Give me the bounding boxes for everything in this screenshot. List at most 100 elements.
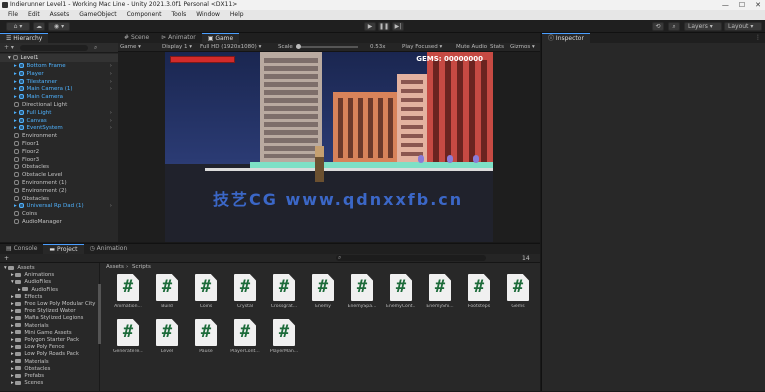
play-button[interactable]: ▶ [364, 22, 376, 31]
play-focused-dropdown[interactable]: Play Focused ▾ [402, 43, 442, 52]
folder-tree-item[interactable]: ▸ Materials [0, 359, 100, 366]
script-asset[interactable]: # Animation... [113, 274, 143, 316]
menu-edit[interactable]: Edit [28, 10, 40, 20]
breadcrumb-scripts[interactable]: Scripts [132, 263, 151, 272]
account-button[interactable]: ⌂ ▾ [6, 22, 30, 31]
hierarchy-item[interactable]: Obstacles [0, 163, 118, 171]
hierarchy-item[interactable]: ▸ Tilestanner › [0, 78, 118, 86]
tab-inspector[interactable]: ⓘ Inspector [542, 33, 590, 43]
script-asset[interactable]: # Build [152, 274, 182, 316]
close-button[interactable]: ✕ [755, 0, 761, 10]
script-asset[interactable]: # Footsteps [464, 274, 494, 316]
hierarchy-item[interactable]: ▸ Player › [0, 70, 118, 78]
prefab-open-icon[interactable]: › [110, 62, 112, 70]
tab-project[interactable]: ▬ Project [43, 244, 84, 254]
expand-arrow-icon[interactable]: ▸ [14, 71, 19, 77]
target-display-dropdown[interactable]: Display 1 ▾ [162, 43, 192, 52]
hierarchy-item[interactable]: ▸ EventSystem › [0, 124, 118, 132]
script-asset[interactable]: # Enemy [308, 274, 338, 316]
scale-slider[interactable] [296, 44, 358, 49]
hierarchy-item[interactable]: Directional Light [0, 101, 118, 109]
menu-tools[interactable]: Tools [171, 10, 186, 20]
expand-arrow-icon[interactable]: ▸ [14, 86, 19, 92]
minimize-button[interactable]: — [722, 0, 729, 10]
hierarchy-item[interactable]: Floor1 [0, 140, 118, 148]
folder-tree-item[interactable]: ▸ Materials [0, 323, 100, 330]
menu-window[interactable]: Window [196, 10, 220, 20]
folder-tree-item[interactable]: ▸ Polygon Starter Pack [0, 337, 100, 344]
folder-tree-item[interactable]: ▸ Animations [0, 272, 100, 279]
hierarchy-item[interactable]: Floor3 [0, 156, 118, 164]
hierarchy-root-row[interactable]: ▾ Level1 [0, 54, 118, 62]
step-button[interactable]: ▶| [392, 22, 404, 31]
script-asset[interactable]: # EnemySpa... [347, 274, 377, 316]
hierarchy-item[interactable]: AudioManager [0, 218, 118, 226]
prefab-open-icon[interactable]: › [110, 124, 112, 132]
folder-tree-item[interactable]: ▸ Scenes [0, 380, 100, 387]
prefab-open-icon[interactable]: › [110, 117, 112, 125]
hierarchy-item[interactable]: ▸ Main Camera (1) › [0, 85, 118, 93]
prefab-open-icon[interactable]: › [110, 85, 112, 93]
tree-scrollbar[interactable] [98, 284, 101, 344]
hierarchy-item[interactable]: ▸ Main Camera [0, 93, 118, 101]
menu-gameobject[interactable]: GameObject [79, 10, 116, 20]
menu-help[interactable]: Help [230, 10, 244, 20]
pause-button[interactable]: ❚❚ [378, 22, 390, 31]
layers-dropdown[interactable]: Layers ▾ [684, 22, 722, 31]
expand-arrow-icon[interactable]: ▸ [14, 118, 19, 124]
hierarchy-item[interactable]: ▸ Canvas › [0, 117, 118, 125]
expand-arrow-icon[interactable]: ▸ [14, 110, 19, 116]
hierarchy-item[interactable]: ▸ Bottom Frame › [0, 62, 118, 70]
script-asset[interactable]: # GenerateTe... [113, 319, 143, 361]
menu-component[interactable]: Component [127, 10, 162, 20]
create-asset-button[interactable]: + [4, 255, 9, 262]
hierarchy-item[interactable]: ▸ Universal Rp Dad (1) › [0, 202, 118, 210]
resolution-dropdown[interactable]: Full HD (1920x1080) ▾ [200, 43, 261, 52]
menu-file[interactable]: File [8, 10, 18, 20]
script-asset[interactable]: # PlayerMan... [269, 319, 299, 361]
folder-tree-item[interactable]: ▸ Low Poly Roads Pack [0, 351, 100, 358]
script-asset[interactable]: # Crystal [230, 274, 260, 316]
expand-arrow-icon[interactable]: ▸ [14, 94, 19, 100]
collab-button[interactable]: ◉ ▾ [48, 22, 70, 31]
game-viewport[interactable]: GEMS: 00000000 [165, 52, 493, 242]
script-asset[interactable]: # EnemyCont... [386, 274, 416, 316]
add-object-button[interactable]: + ▾ [4, 44, 14, 51]
script-asset[interactable]: # PlayerCont... [230, 319, 260, 361]
inspector-menu-icon[interactable]: ⋮ [755, 34, 761, 41]
project-search-input[interactable] [336, 255, 486, 261]
prefab-open-icon[interactable]: › [110, 70, 112, 78]
hierarchy-item[interactable]: Floor2 [0, 148, 118, 156]
hierarchy-search-bar[interactable]: + ▾ ⌕ [0, 43, 118, 53]
scale-slider-handle[interactable] [296, 44, 301, 49]
folder-tree-item[interactable]: ▸ Effects [0, 294, 100, 301]
script-asset[interactable]: # Level [152, 319, 182, 361]
tab-animation[interactable]: ◷ Animation [84, 244, 134, 254]
expand-arrow-icon[interactable]: ▸ [14, 79, 19, 85]
breadcrumb-assets[interactable]: Assets [106, 263, 124, 272]
folder-tree-item[interactable]: ▸ Prefabs [0, 373, 100, 380]
layout-dropdown[interactable]: Layout ▾ [724, 22, 762, 31]
expand-arrow-icon[interactable]: ▸ [14, 63, 19, 69]
display-dropdown[interactable]: Game ▾ [120, 43, 141, 52]
tab-hierarchy[interactable]: ☰ Hierarchy [0, 33, 49, 43]
folder-tree-item[interactable]: ▸ AudioFiles [0, 287, 100, 294]
folder-tree-item[interactable]: ▾ Assets [0, 265, 100, 272]
folder-tree-item[interactable]: ▸ Free Low Poly Modular City [0, 301, 100, 308]
folder-tree-item[interactable]: ▸ Low Poly Fence [0, 344, 100, 351]
script-asset[interactable]: # Pause [191, 319, 221, 361]
script-asset[interactable]: # Crossgrat... [269, 274, 299, 316]
folder-tree-item[interactable]: ▾ AudioFiles [0, 279, 100, 286]
folder-tree-item[interactable]: ▸ Free Stylized Water [0, 308, 100, 315]
hierarchy-item[interactable]: ▸ Full Light › [0, 109, 118, 117]
expand-arrow-icon[interactable]: ▸ [14, 203, 19, 209]
hierarchy-item[interactable]: Environment (1) [0, 179, 118, 187]
folder-tree-item[interactable]: ▸ Obstacles [0, 366, 100, 373]
prefab-open-icon[interactable]: › [110, 109, 112, 117]
folder-tree-item[interactable]: ▸ Mafia Stylized Legions [0, 315, 100, 322]
search-button[interactable]: ⌕ [668, 22, 680, 31]
tab-scene[interactable]: # Scene [118, 33, 155, 43]
hierarchy-item[interactable]: Obstacle Level [0, 171, 118, 179]
tab-console[interactable]: ▤ Console [0, 244, 43, 254]
hierarchy-item[interactable]: Obstacles [0, 195, 118, 203]
